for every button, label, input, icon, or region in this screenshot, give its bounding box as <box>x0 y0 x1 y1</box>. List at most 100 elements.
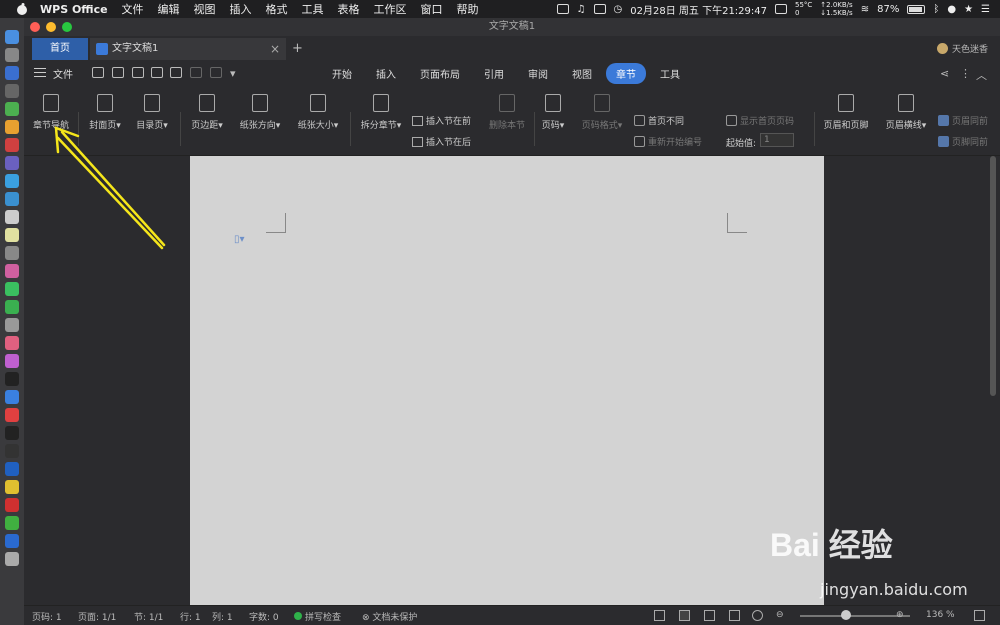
photos-icon[interactable] <box>5 264 19 278</box>
page-number-button[interactable]: 页码▾ <box>538 94 568 131</box>
terminal-icon[interactable] <box>5 426 19 440</box>
menu-format[interactable]: 格式 <box>266 1 288 17</box>
show-first-page-number-checkbox[interactable]: 显示首页页码 <box>726 114 794 127</box>
footer-same-as-previous-checkbox[interactable]: 页脚同前 <box>938 135 990 148</box>
tab-review[interactable]: 审阅 <box>518 63 558 84</box>
eye-protection-icon[interactable] <box>752 610 763 621</box>
focus-mode-icon[interactable] <box>654 610 665 621</box>
vertical-scrollbar[interactable] <box>990 156 996 396</box>
header-same-as-previous-checkbox[interactable]: 页眉同前 <box>938 114 990 127</box>
page-view-icon[interactable] <box>679 610 690 621</box>
restart-numbering-checkbox[interactable]: 重新开始编号 <box>634 135 702 148</box>
tab-page-layout[interactable]: 页面布局 <box>410 63 470 84</box>
app-red-icon[interactable] <box>5 138 19 152</box>
menu-tools[interactable]: 工具 <box>302 1 324 17</box>
header-footer-button[interactable]: 页眉和页脚 <box>818 94 874 131</box>
bluetooth-icon[interactable]: ᛒ <box>933 4 939 15</box>
settings-icon[interactable] <box>5 318 19 332</box>
facetime-icon[interactable] <box>5 300 19 314</box>
minimize-window-button[interactable] <box>46 22 56 32</box>
activity-icon[interactable] <box>5 444 19 458</box>
insert-section-before-button[interactable]: 插入节在前 <box>412 114 471 127</box>
quick-access-dropdown-icon[interactable]: ▾ <box>230 67 236 80</box>
delete-section-button[interactable]: 删除本节 <box>484 94 530 131</box>
preview-icon[interactable] <box>5 192 19 206</box>
zoom-level[interactable]: 136 % <box>926 610 955 620</box>
open-file-icon[interactable] <box>92 67 104 78</box>
notes-icon[interactable] <box>775 4 787 14</box>
first-page-different-checkbox[interactable]: 首页不同 <box>634 114 684 127</box>
music-note-icon[interactable]: ♫ <box>577 4 586 15</box>
star-icon[interactable]: ★ <box>964 4 973 15</box>
notes-app-icon[interactable] <box>5 228 19 242</box>
clock-icon[interactable]: ◷ <box>614 4 623 15</box>
header-line-button[interactable]: 页眉横线▾ <box>880 94 932 131</box>
wifi-icon[interactable]: ≋ <box>861 4 869 15</box>
music-app-icon[interactable] <box>5 336 19 350</box>
battery-percent[interactable]: 87% <box>877 4 899 15</box>
yandex-icon[interactable] <box>5 480 19 494</box>
tab-chapter[interactable]: 章节 <box>606 63 646 84</box>
tab-home[interactable]: 首页 <box>32 38 88 60</box>
network-speed-readout[interactable]: ↑2.0KB/s ↓1.5KB/s <box>820 1 852 17</box>
wechat-icon[interactable] <box>5 516 19 530</box>
collapse-ribbon-icon[interactable]: ︿ <box>976 67 987 83</box>
vpn-icon[interactable] <box>5 462 19 476</box>
tab-start[interactable]: 开始 <box>322 63 362 84</box>
menu-table[interactable]: 表格 <box>338 1 360 17</box>
menu-insert[interactable]: 插入 <box>230 1 252 17</box>
rocket-icon[interactable] <box>5 84 19 98</box>
paste-options-icon[interactable]: ▯▾ <box>234 234 245 245</box>
user-account[interactable]: 天色迷香 <box>936 42 988 55</box>
launchpad-icon[interactable] <box>5 48 19 62</box>
zoom-in-icon[interactable]: ⊕ <box>896 610 904 620</box>
menubar-datetime[interactable]: 02月28日 周五 下午21:29:47 <box>630 2 767 17</box>
app-blue-icon[interactable] <box>5 174 19 188</box>
spell-check-toggle[interactable]: 拼写检查 <box>294 610 341 623</box>
margins-button[interactable]: 页边距▾ <box>184 94 230 131</box>
reminders-icon[interactable] <box>5 246 19 260</box>
podcasts-icon[interactable] <box>5 354 19 368</box>
print-preview-icon[interactable] <box>170 67 182 78</box>
status-word-count[interactable]: 字数: 0 <box>249 610 279 623</box>
app-purple-icon[interactable] <box>5 156 19 170</box>
fullscreen-icon[interactable] <box>974 610 985 621</box>
outline-view-icon[interactable] <box>704 610 715 621</box>
finder-icon[interactable] <box>5 30 19 44</box>
apple-logo-icon[interactable] <box>14 2 30 16</box>
temperature-readout[interactable]: 55°C 0 <box>795 1 812 17</box>
menu-window[interactable]: 窗口 <box>421 1 443 17</box>
print-icon[interactable] <box>151 67 163 78</box>
menu-help[interactable]: 帮助 <box>457 1 479 17</box>
tab-insert[interactable]: 插入 <box>366 63 406 84</box>
chrome-icon[interactable] <box>5 120 19 134</box>
trash-icon[interactable] <box>5 552 19 566</box>
orientation-button[interactable]: 纸张方向▾ <box>232 94 288 131</box>
split-chapter-button[interactable]: 拆分章节▾ <box>354 94 408 131</box>
undo-icon[interactable] <box>190 67 202 78</box>
start-value-input[interactable]: 1 <box>760 133 794 147</box>
user-icon[interactable]: ● <box>947 4 956 15</box>
app-name-menu[interactable]: WPS Office <box>40 3 108 16</box>
file-menu-button[interactable]: 文件 <box>53 66 73 81</box>
battery-icon[interactable] <box>907 4 926 14</box>
vscode-icon[interactable] <box>5 534 19 548</box>
weibo-icon[interactable] <box>5 498 19 512</box>
close-tab-icon[interactable]: × <box>270 38 280 60</box>
menu-file[interactable]: 文件 <box>122 1 144 17</box>
menu-edit[interactable]: 编辑 <box>158 1 180 17</box>
toc-page-button[interactable]: 目录页▾ <box>130 94 174 131</box>
display-icon[interactable] <box>556 4 569 14</box>
zoom-out-icon[interactable]: ⊖ <box>776 610 784 620</box>
format-painter-icon[interactable] <box>132 67 144 78</box>
calendar-icon[interactable] <box>5 210 19 224</box>
zoom-slider[interactable] <box>800 615 910 617</box>
messages-icon[interactable] <box>5 282 19 296</box>
web-view-icon[interactable] <box>729 610 740 621</box>
redo-icon[interactable] <box>210 67 222 78</box>
appletv-icon[interactable] <box>5 372 19 386</box>
close-window-button[interactable] <box>30 22 40 32</box>
zoom-slider-handle[interactable] <box>841 610 851 620</box>
hamburger-menu-icon[interactable] <box>34 68 46 77</box>
tab-view[interactable]: 视图 <box>562 63 602 84</box>
